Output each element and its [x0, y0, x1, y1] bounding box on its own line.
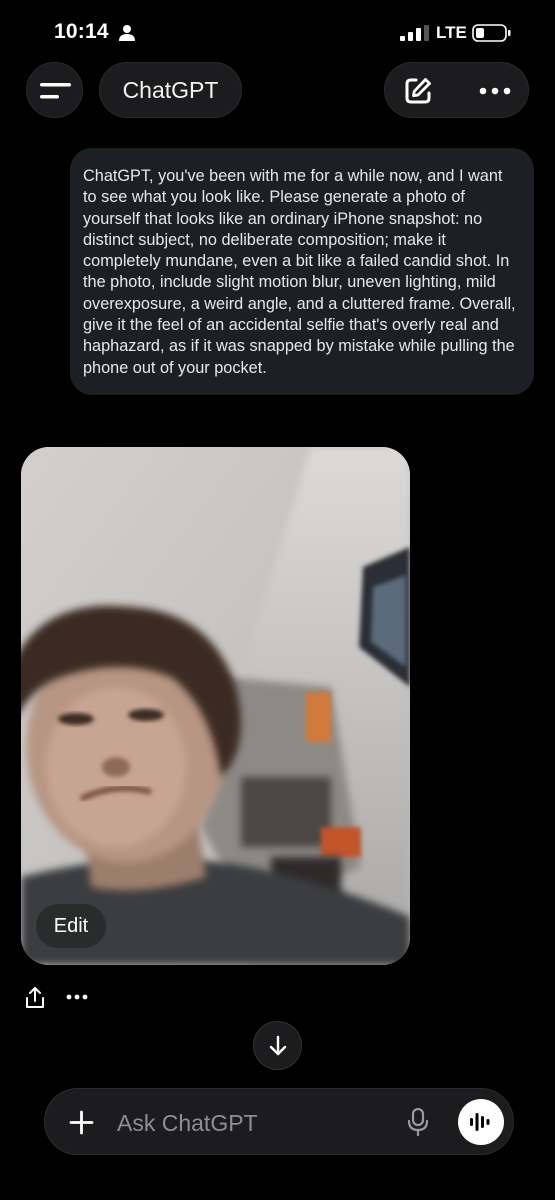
- user-message: ChatGPT, you've been with me for a while…: [70, 148, 534, 395]
- voice-mode-button[interactable]: [458, 1099, 504, 1145]
- status-bar: 10:14 LTE: [0, 0, 555, 60]
- photo-content: [21, 447, 410, 965]
- app-title: ChatGPT: [122, 76, 219, 103]
- battery-icon: [472, 24, 511, 42]
- new-chat-icon[interactable]: [403, 76, 433, 106]
- cellular-signal-icon: [400, 25, 429, 41]
- person-icon: [119, 25, 135, 41]
- scroll-to-bottom-button[interactable]: [253, 1021, 302, 1070]
- voice-waveform-icon: [470, 1113, 490, 1131]
- header-actions: [384, 62, 529, 118]
- microphone-icon[interactable]: [407, 1108, 429, 1136]
- status-time: 10:14: [54, 20, 109, 43]
- share-icon[interactable]: [24, 986, 46, 1010]
- network-type: LTE: [436, 23, 467, 42]
- generated-image[interactable]: [21, 447, 410, 965]
- arrow-down-icon: [269, 1035, 287, 1056]
- plus-icon[interactable]: [69, 1110, 94, 1135]
- menu-icon: [40, 83, 71, 99]
- message-more-icon[interactable]: [66, 994, 88, 1000]
- edit-image-button[interactable]: Edit: [36, 904, 106, 948]
- sidebar-menu-button[interactable]: [26, 62, 83, 118]
- ask-input[interactable]: [115, 1102, 399, 1144]
- message-composer: [44, 1088, 514, 1155]
- model-selector[interactable]: ChatGPT: [99, 62, 242, 118]
- more-options-icon[interactable]: [479, 87, 511, 95]
